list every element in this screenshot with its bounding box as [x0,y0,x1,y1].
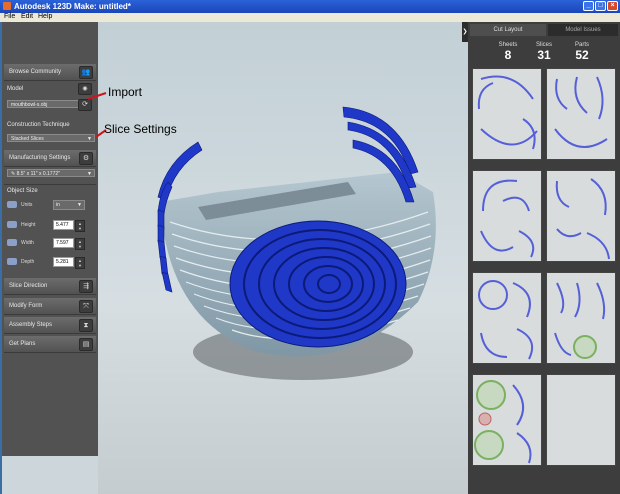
depth-row: Depth 5.281 ▲ ▼ [5,255,97,269]
sheet-thumbnail[interactable] [546,68,616,160]
units-icon [7,201,17,208]
sheet-thumbnail[interactable] [472,374,542,466]
right-panel: Cut Layout Model Issues Sheets 8 Slices … [468,22,620,494]
document-icon[interactable]: ▤ [79,338,93,351]
chevron-down-icon: ▼ [77,202,82,208]
depth-label: Depth [21,259,35,265]
sheet-thumbnail[interactable] [472,272,542,364]
front-slices [229,220,407,348]
maximize-button[interactable]: □ [595,1,606,11]
width-input[interactable]: 7.597 [53,238,74,248]
sheets-count: 8 [504,48,512,62]
sheet-thumbnail[interactable] [546,170,616,262]
title-bar: Autodesk 123D Make: untitled* _ □ × [0,0,620,13]
assembly-steps-label: Assembly Steps [9,322,53,328]
height-row: Height 5.477 ▲ ▼ [5,218,97,232]
menu-bar: File Edit Help [0,13,620,22]
browse-community-label: Browse Community [9,69,62,75]
chevron-down-icon: ▼ [87,171,92,177]
3d-viewport[interactable] [98,22,468,494]
manufacturing-settings-row[interactable]: Manufacturing Settings ⚙ [4,150,96,167]
sheets-stat: Sheets 8 [488,42,528,62]
sheet-thumbnail[interactable] [546,272,616,364]
slice-direction-label: Slice Direction [9,283,48,289]
units-label: Units [21,202,33,208]
width-label: Width [21,240,34,246]
width-stepper[interactable]: ▲ ▼ [75,238,85,250]
object-size-label: Object Size [7,188,38,194]
construction-technique-value: Stacked Slices [11,136,44,142]
model-label: Model [7,86,24,92]
annotation-arrows [87,92,107,138]
slices-count: 31 [537,48,551,62]
parts-count: 52 [575,48,589,62]
height-icon [7,221,17,228]
width-icon [7,239,17,246]
hourglass-icon[interactable]: ⧗ [79,319,93,332]
units-dropdown[interactable]: in ▼ [53,200,85,210]
construction-technique-label: Construction Technique [7,122,70,128]
minimize-button[interactable]: _ [583,1,594,11]
model-file-value: mouthbowl-s.obj [11,102,48,108]
close-button[interactable]: × [607,1,618,11]
gear-icon[interactable]: ⚙ [79,152,93,165]
material-value: 8.5" x 11" x 0.1772" [16,171,60,177]
sheet-thumbnail[interactable] [472,68,542,160]
app-icon [3,2,11,10]
community-icon[interactable]: 👥 [79,66,93,79]
material-dropdown[interactable]: ✎ 8.5" x 11" x 0.1772" ▼ [7,169,95,177]
tab-model-issues[interactable]: Model Issues [548,24,618,36]
menu-edit[interactable]: Edit [21,13,33,20]
units-row: Units in ▼ [5,198,97,212]
menu-file[interactable]: File [4,13,15,20]
model-file-field[interactable]: mouthbowl-s.obj [7,100,79,108]
depth-icon [7,258,17,265]
depth-input[interactable]: 5.281 [53,257,74,267]
window-title: Autodesk 123D Make: untitled* [14,2,131,11]
sidebar-footer-area [2,456,98,494]
get-plans-label: Get Plans [9,341,36,347]
assembly-steps-row[interactable]: Assembly Steps ⧗ [4,317,96,334]
height-stepper[interactable]: ▲ ▼ [75,220,85,232]
tab-cut-layout[interactable]: Cut Layout [470,24,546,36]
slice-settings-annotation: Slice Settings [104,122,177,136]
depth-stepper[interactable]: ▲ ▼ [75,257,85,269]
slices-stat: Slices 31 [524,42,564,62]
modify-form-icon[interactable]: ⤧ [79,300,93,313]
menu-help[interactable]: Help [38,13,52,20]
slice-direction-row[interactable]: Slice Direction ⇶ [4,278,96,295]
browse-community-row[interactable]: Browse Community 👥 [4,64,96,81]
divider [4,184,96,185]
modify-form-label: Modify Form [9,303,43,309]
modify-form-row[interactable]: Modify Form ⤧ [4,298,96,315]
width-row: Width 7.597 ▲ ▼ [5,236,97,250]
parts-stat: Parts 52 [562,42,602,62]
slice-direction-icon[interactable]: ⇶ [79,280,93,293]
height-input[interactable]: 5.477 [53,220,74,230]
height-label: Height [21,222,36,228]
get-plans-row[interactable]: Get Plans ▤ [4,336,96,353]
sheet-thumbnail-empty[interactable] [546,374,616,466]
sheet-thumbnail[interactable] [472,170,542,262]
sliced-bowl-model [157,106,436,380]
import-annotation: Import [108,85,143,99]
manufacturing-settings-label: Manufacturing Settings [9,155,71,161]
units-value: in [56,202,60,208]
